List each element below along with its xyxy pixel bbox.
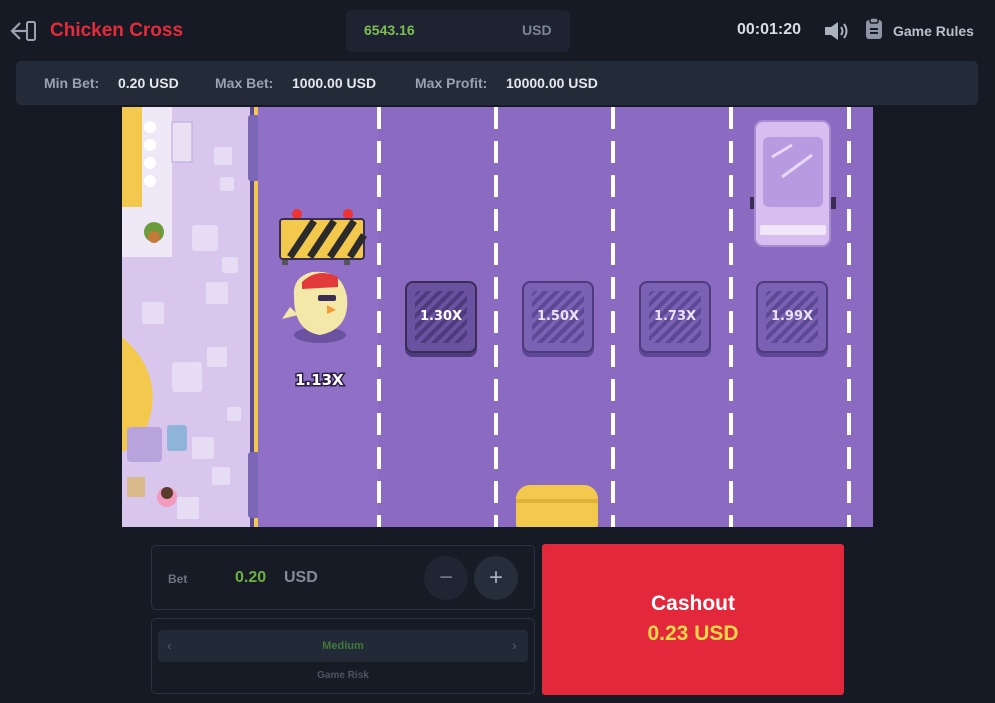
car-icon (516, 485, 598, 527)
session-timer: 00:01:20 (737, 21, 802, 38)
risk-caption: Game Risk (317, 670, 369, 681)
bet-label: Bet (168, 572, 188, 586)
max-bet-label: Max Bet: (215, 75, 274, 91)
game-title: Chicken Cross (50, 20, 184, 41)
cashout-label: Cashout (651, 592, 735, 615)
max-profit-label: Max Profit: (415, 75, 488, 91)
cashout-currency: USD (694, 622, 739, 645)
lane-multiplier: 1.30X (419, 309, 463, 324)
max-profit-value: 10000.00 USD (506, 75, 598, 91)
back-exit-icon[interactable] (8, 18, 38, 44)
lane-3-tile[interactable]: 1.73X (639, 281, 711, 353)
bet-currency: USD (284, 569, 318, 586)
game-rules-button[interactable]: Game Rules (864, 16, 974, 46)
lane-multiplier: 1.50X (536, 309, 580, 324)
document-icon (864, 16, 884, 46)
current-multiplier: 1.13X (294, 370, 346, 391)
game-rules-label: Game Rules (893, 23, 974, 39)
balance-value: 6543.16 (364, 22, 415, 38)
balance-currency: USD (522, 22, 552, 38)
increase-bet-button[interactable]: + (474, 556, 518, 600)
risk-value: Medium (322, 640, 364, 652)
lane-4-tile[interactable]: 1.99X (756, 281, 828, 353)
decrease-bet-button[interactable]: − (424, 556, 468, 600)
speaker-icon[interactable] (823, 19, 851, 43)
game-scene: 1.13X 1.30X 1.50X 1.73X 1.99X (122, 107, 873, 527)
min-bet-value: 0.20 USD (118, 75, 179, 91)
lane-multiplier: 1.99X (770, 309, 814, 324)
max-bet-value: 1000.00 USD (292, 75, 377, 91)
lane-2-tile[interactable]: 1.50X (522, 281, 594, 353)
cashout-amount: 0.23 (647, 622, 689, 645)
cashout-amount-line: 0.23 USD (542, 622, 844, 646)
lane-1-tile[interactable]: 1.30X (405, 281, 477, 353)
cashout-button[interactable] (542, 544, 844, 695)
lane-multiplier: 1.73X (653, 309, 697, 324)
bet-amount-input[interactable]: 0.20 (235, 569, 266, 587)
car-icon (750, 120, 836, 247)
min-bet-label: Min Bet: (44, 75, 100, 91)
